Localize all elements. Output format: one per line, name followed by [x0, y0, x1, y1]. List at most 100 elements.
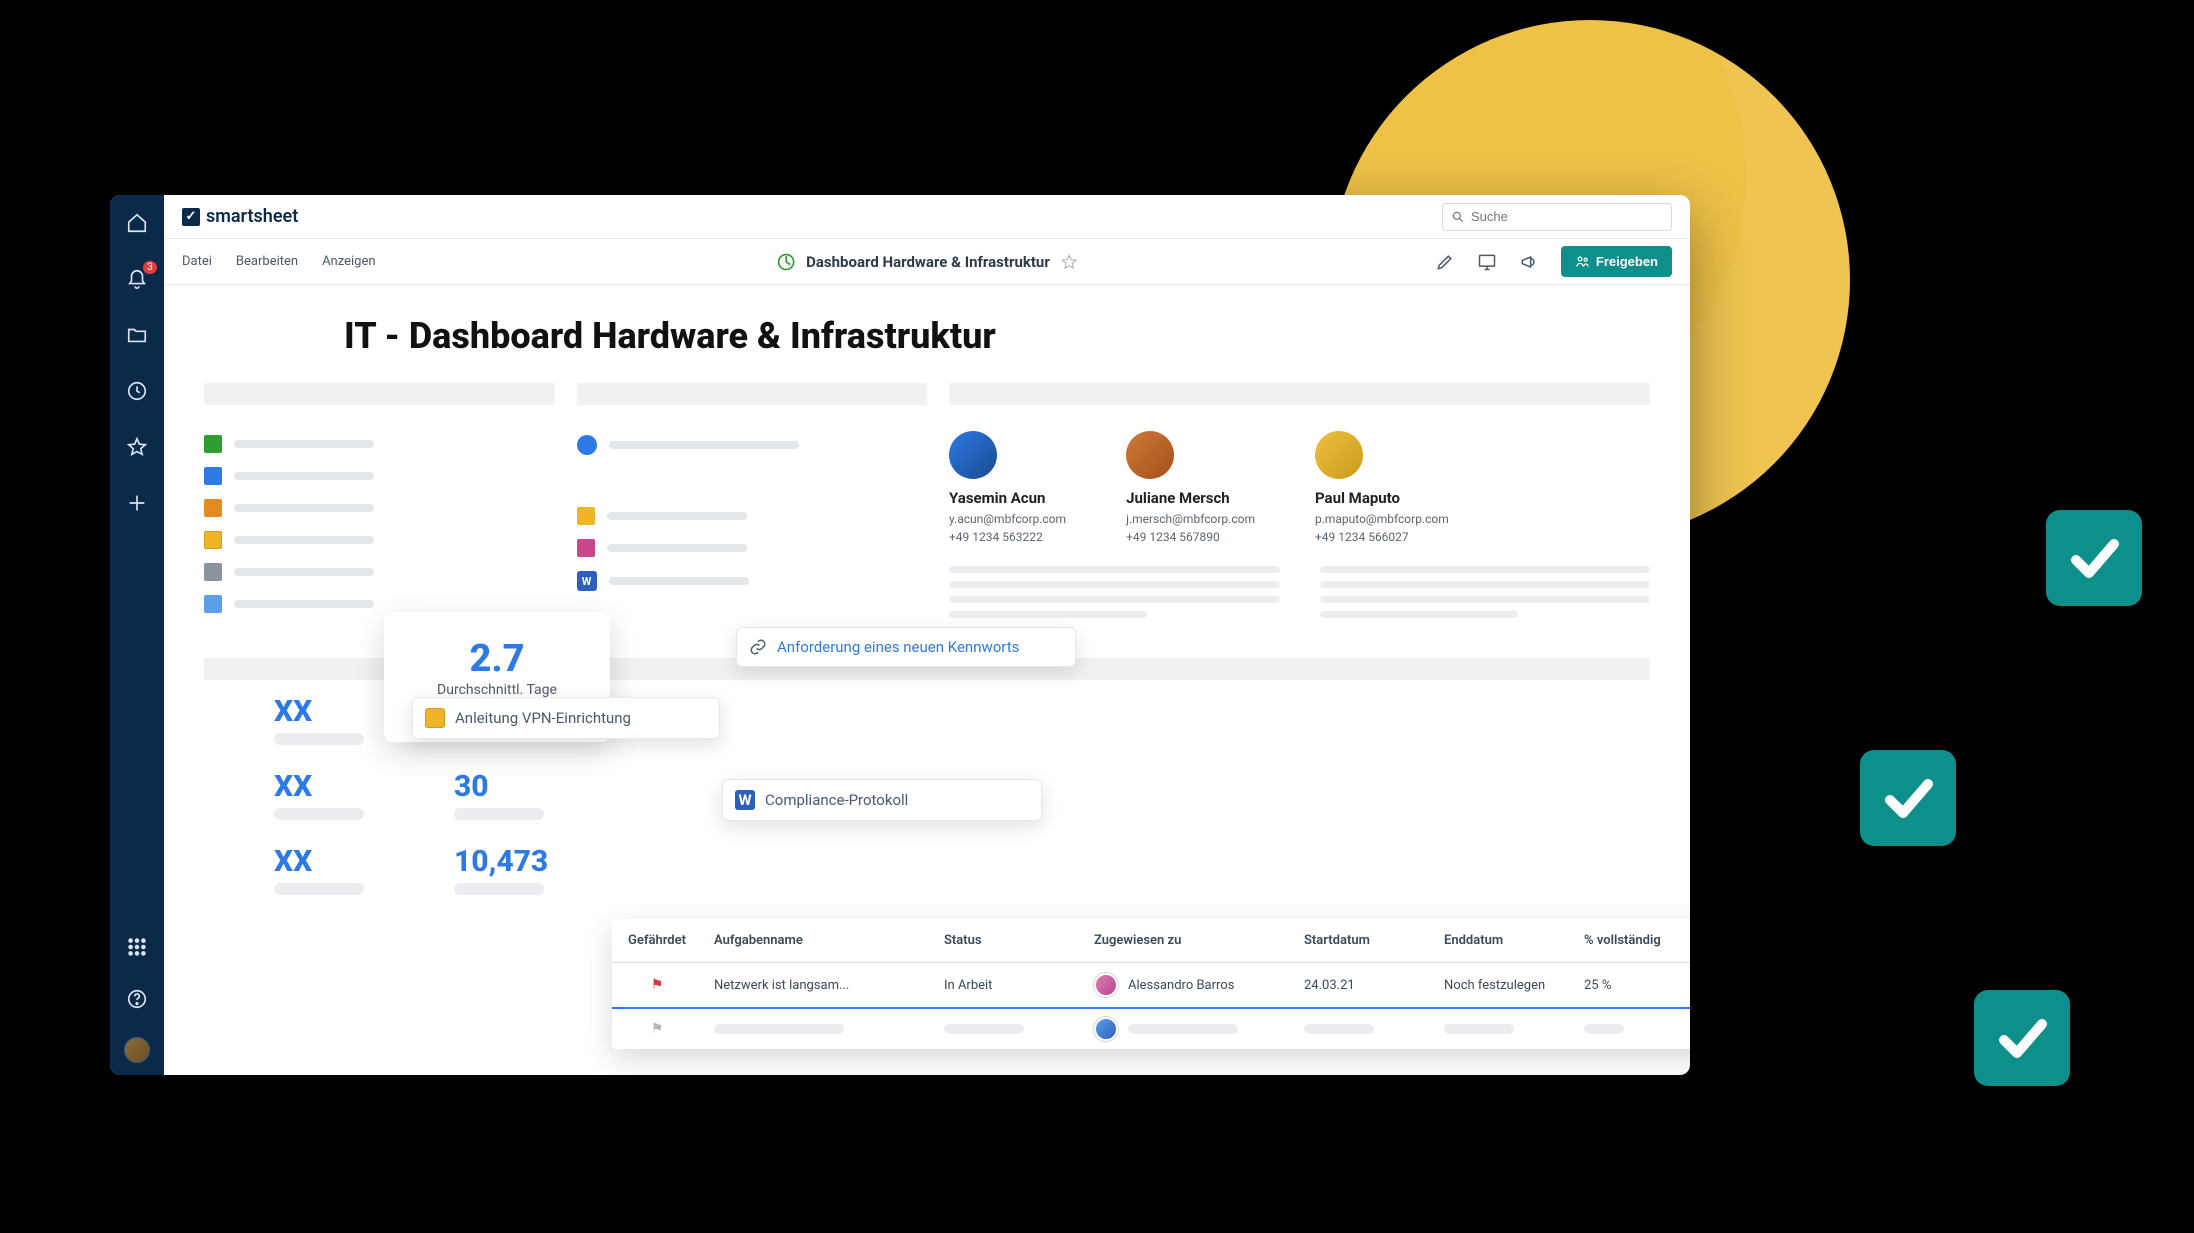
list-item[interactable] [204, 435, 555, 453]
col-header[interactable]: Gefährdet [612, 933, 702, 948]
placeholder-line [607, 544, 747, 552]
favorite-star-icon[interactable] [1060, 253, 1078, 271]
callout-compliance[interactable]: W Compliance-Protokoll [722, 779, 1042, 821]
list-item [577, 469, 928, 493]
placeholder-line [944, 1024, 1024, 1034]
dashboard-icon [776, 252, 796, 272]
avatar [1315, 431, 1363, 479]
user-avatar[interactable] [124, 1037, 150, 1063]
placeholder-line [1584, 1024, 1624, 1034]
callout-label: Anleitung VPN-Einrichtung [455, 709, 631, 727]
stat-value: XX [274, 694, 364, 729]
avatar [949, 431, 997, 479]
stats-row: XX XX 30 XX 10,473 2.7 Durchschnittl. Ta… [204, 658, 1650, 895]
text-placeholder [1320, 566, 1651, 618]
sheet-icon [204, 531, 222, 549]
placeholder-line [454, 808, 544, 820]
placeholder-line [234, 504, 374, 512]
present-icon[interactable] [1477, 252, 1497, 272]
placeholder-line [274, 733, 364, 745]
contact-phone: +49 1234 566027 [1315, 528, 1449, 546]
stat-value: 10,473 [454, 844, 548, 879]
contact-card[interactable]: Paul Maputo p.maputo@mbfcorp.com +49 123… [1315, 431, 1449, 546]
metric-value: 2.7 [469, 637, 524, 681]
notification-badge: 3 [143, 261, 157, 274]
nav-sidebar: 3 [110, 195, 164, 1075]
search-input[interactable] [1471, 209, 1663, 224]
col-header[interactable]: % vollständig [1572, 933, 1690, 948]
share-button[interactable]: Freigeben [1561, 246, 1672, 277]
share-button-label: Freigeben [1596, 254, 1658, 269]
table-row[interactable]: ⚑ [612, 1009, 1690, 1049]
list-item[interactable] [204, 563, 555, 581]
col-header[interactable]: Startdatum [1292, 933, 1432, 948]
announce-icon[interactable] [1519, 252, 1539, 272]
list-item[interactable] [204, 531, 555, 549]
people-icon [1575, 254, 1590, 269]
list-item[interactable] [204, 595, 555, 613]
placeholder-line [1444, 1024, 1514, 1034]
list-item[interactable] [204, 467, 555, 485]
table-header: Gefährdet Aufgabenname Status Zugewiesen… [612, 919, 1690, 963]
search-icon [1451, 210, 1465, 224]
col-header[interactable]: Status [932, 933, 1082, 948]
list-item[interactable] [577, 539, 928, 557]
top-bar: ✓ smartsheet [164, 195, 1690, 239]
widget-header-placeholder [949, 383, 1650, 405]
edit-icon[interactable] [1435, 252, 1455, 272]
list-item[interactable] [204, 499, 555, 517]
stat-value: 30 [454, 769, 544, 804]
help-icon[interactable] [123, 985, 151, 1013]
add-icon[interactable] [123, 489, 151, 517]
main-pane: ✓ smartsheet Datei Bearbeiten Anzeigen D… [164, 195, 1690, 1075]
cell-task: Netzwerk ist langsam... [702, 978, 932, 993]
table-row[interactable]: ⚑ Netzwerk ist langsam... In Arbeit Ales… [612, 963, 1690, 1009]
stat-tile: XX [274, 694, 364, 745]
sheet-icon [204, 595, 222, 613]
document-title-bar: Dashboard Hardware & Infrastruktur [776, 252, 1078, 272]
callout-vpn[interactable]: Anleitung VPN-Einrichtung [412, 697, 720, 739]
recent-icon[interactable] [123, 377, 151, 405]
favorites-icon[interactable] [123, 433, 151, 461]
placeholder-line [274, 808, 364, 820]
list-item[interactable] [577, 507, 928, 525]
col-header[interactable]: Enddatum [1432, 933, 1572, 948]
list-item[interactable] [577, 435, 928, 455]
menu-edit[interactable]: Bearbeiten [236, 254, 298, 269]
placeholder-line [1304, 1024, 1374, 1034]
contact-email: y.acun@mbfcorp.com [949, 510, 1066, 528]
col-header[interactable]: Zugewiesen zu [1082, 933, 1292, 948]
placeholder-line [714, 1024, 844, 1034]
app-window: 3 ✓ smartsheet Datei Bearbeiten [110, 195, 1690, 1075]
folder-icon[interactable] [123, 321, 151, 349]
contact-phone: +49 1234 563222 [949, 528, 1066, 546]
list-item[interactable]: W [577, 571, 928, 591]
contact-card[interactable]: Juliane Mersch j.mersch@mbfcorp.com +49 … [1126, 431, 1255, 546]
widget-header-placeholder [204, 383, 555, 405]
contact-email: p.maputo@mbfcorp.com [1315, 510, 1449, 528]
menu-file[interactable]: Datei [182, 254, 212, 269]
placeholder-line [234, 600, 374, 608]
brand-name: smartsheet [206, 206, 298, 227]
placeholder-line [1128, 1024, 1238, 1034]
search-box[interactable] [1442, 203, 1672, 231]
placeholder-line [234, 472, 374, 480]
cell-assignee: Alessandro Barros [1082, 973, 1292, 997]
menu-view[interactable]: Anzeigen [322, 254, 375, 269]
contact-card[interactable]: Yasemin Acun y.acun@mbfcorp.com +49 1234… [949, 431, 1066, 546]
col-header[interactable]: Aufgabenname [702, 933, 932, 948]
file-list-widget [204, 423, 555, 618]
callout-link[interactable]: Anforderung eines neuen Kennworts [736, 627, 1076, 667]
apps-icon[interactable] [123, 933, 151, 961]
sheet-icon [204, 467, 222, 485]
dashboard-body: IT - Dashboard Hardware & Infrastruktur [164, 285, 1690, 1075]
notifications-icon[interactable]: 3 [123, 265, 151, 293]
contact-email: j.mersch@mbfcorp.com [1126, 510, 1255, 528]
brand-logo[interactable]: ✓ smartsheet [182, 206, 298, 227]
home-icon[interactable] [123, 209, 151, 237]
widgets-row: W Yasemin Acun y.acun@mbfcorp.com +49 12… [204, 423, 1650, 618]
contact-name: Paul Maputo [1315, 489, 1449, 507]
check-badge-icon [1974, 990, 2070, 1086]
flag-icon: ⚑ [651, 977, 664, 993]
cell-status: In Arbeit [932, 978, 1082, 993]
